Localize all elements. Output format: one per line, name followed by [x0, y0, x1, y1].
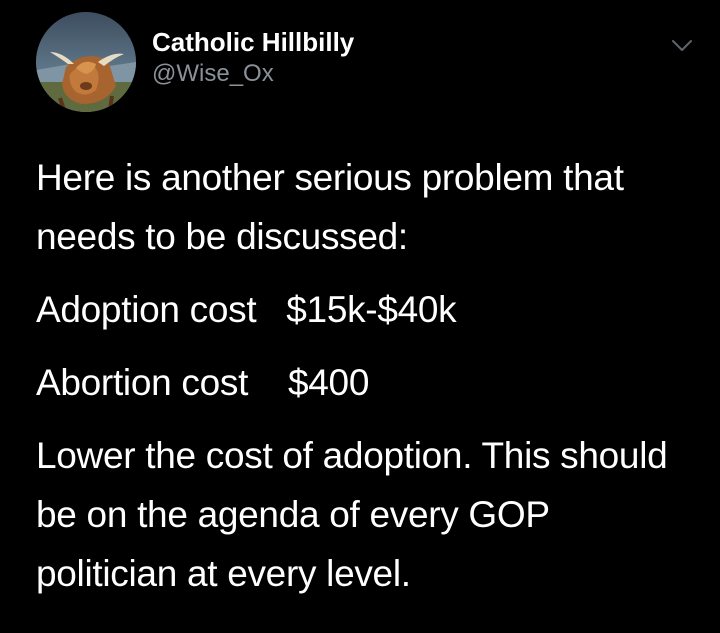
abortion-cost-row: Abortion cost $400	[36, 353, 696, 412]
user-handle[interactable]: @Wise_Ox	[152, 58, 354, 90]
abortion-cost-label: Abortion cost	[36, 362, 249, 403]
adoption-cost-label: Adoption cost	[36, 289, 257, 330]
tweet-header: Catholic Hillbilly @Wise_Ox	[36, 12, 696, 112]
abortion-cost-value: $400	[287, 362, 370, 403]
adoption-cost-row: Adoption cost $15k-$40k	[36, 280, 696, 339]
tweet: Catholic Hillbilly @Wise_Ox Here is anot…	[0, 0, 720, 633]
tweet-menu-button[interactable]	[668, 36, 696, 56]
adoption-cost-value: $15k-$40k	[286, 289, 457, 330]
tweet-closing-text: Lower the cost of adoption. This should …	[36, 435, 668, 594]
chevron-down-icon	[672, 40, 692, 51]
tweet-intro-text: Here is another serious problem that nee…	[36, 157, 624, 257]
highland-cow-avatar	[36, 12, 136, 112]
tweet-body: Here is another serious problem that nee…	[36, 148, 696, 603]
author-names: Catholic Hillbilly @Wise_Ox	[152, 26, 354, 90]
display-name[interactable]: Catholic Hillbilly	[152, 26, 354, 58]
avatar[interactable]	[36, 12, 136, 112]
